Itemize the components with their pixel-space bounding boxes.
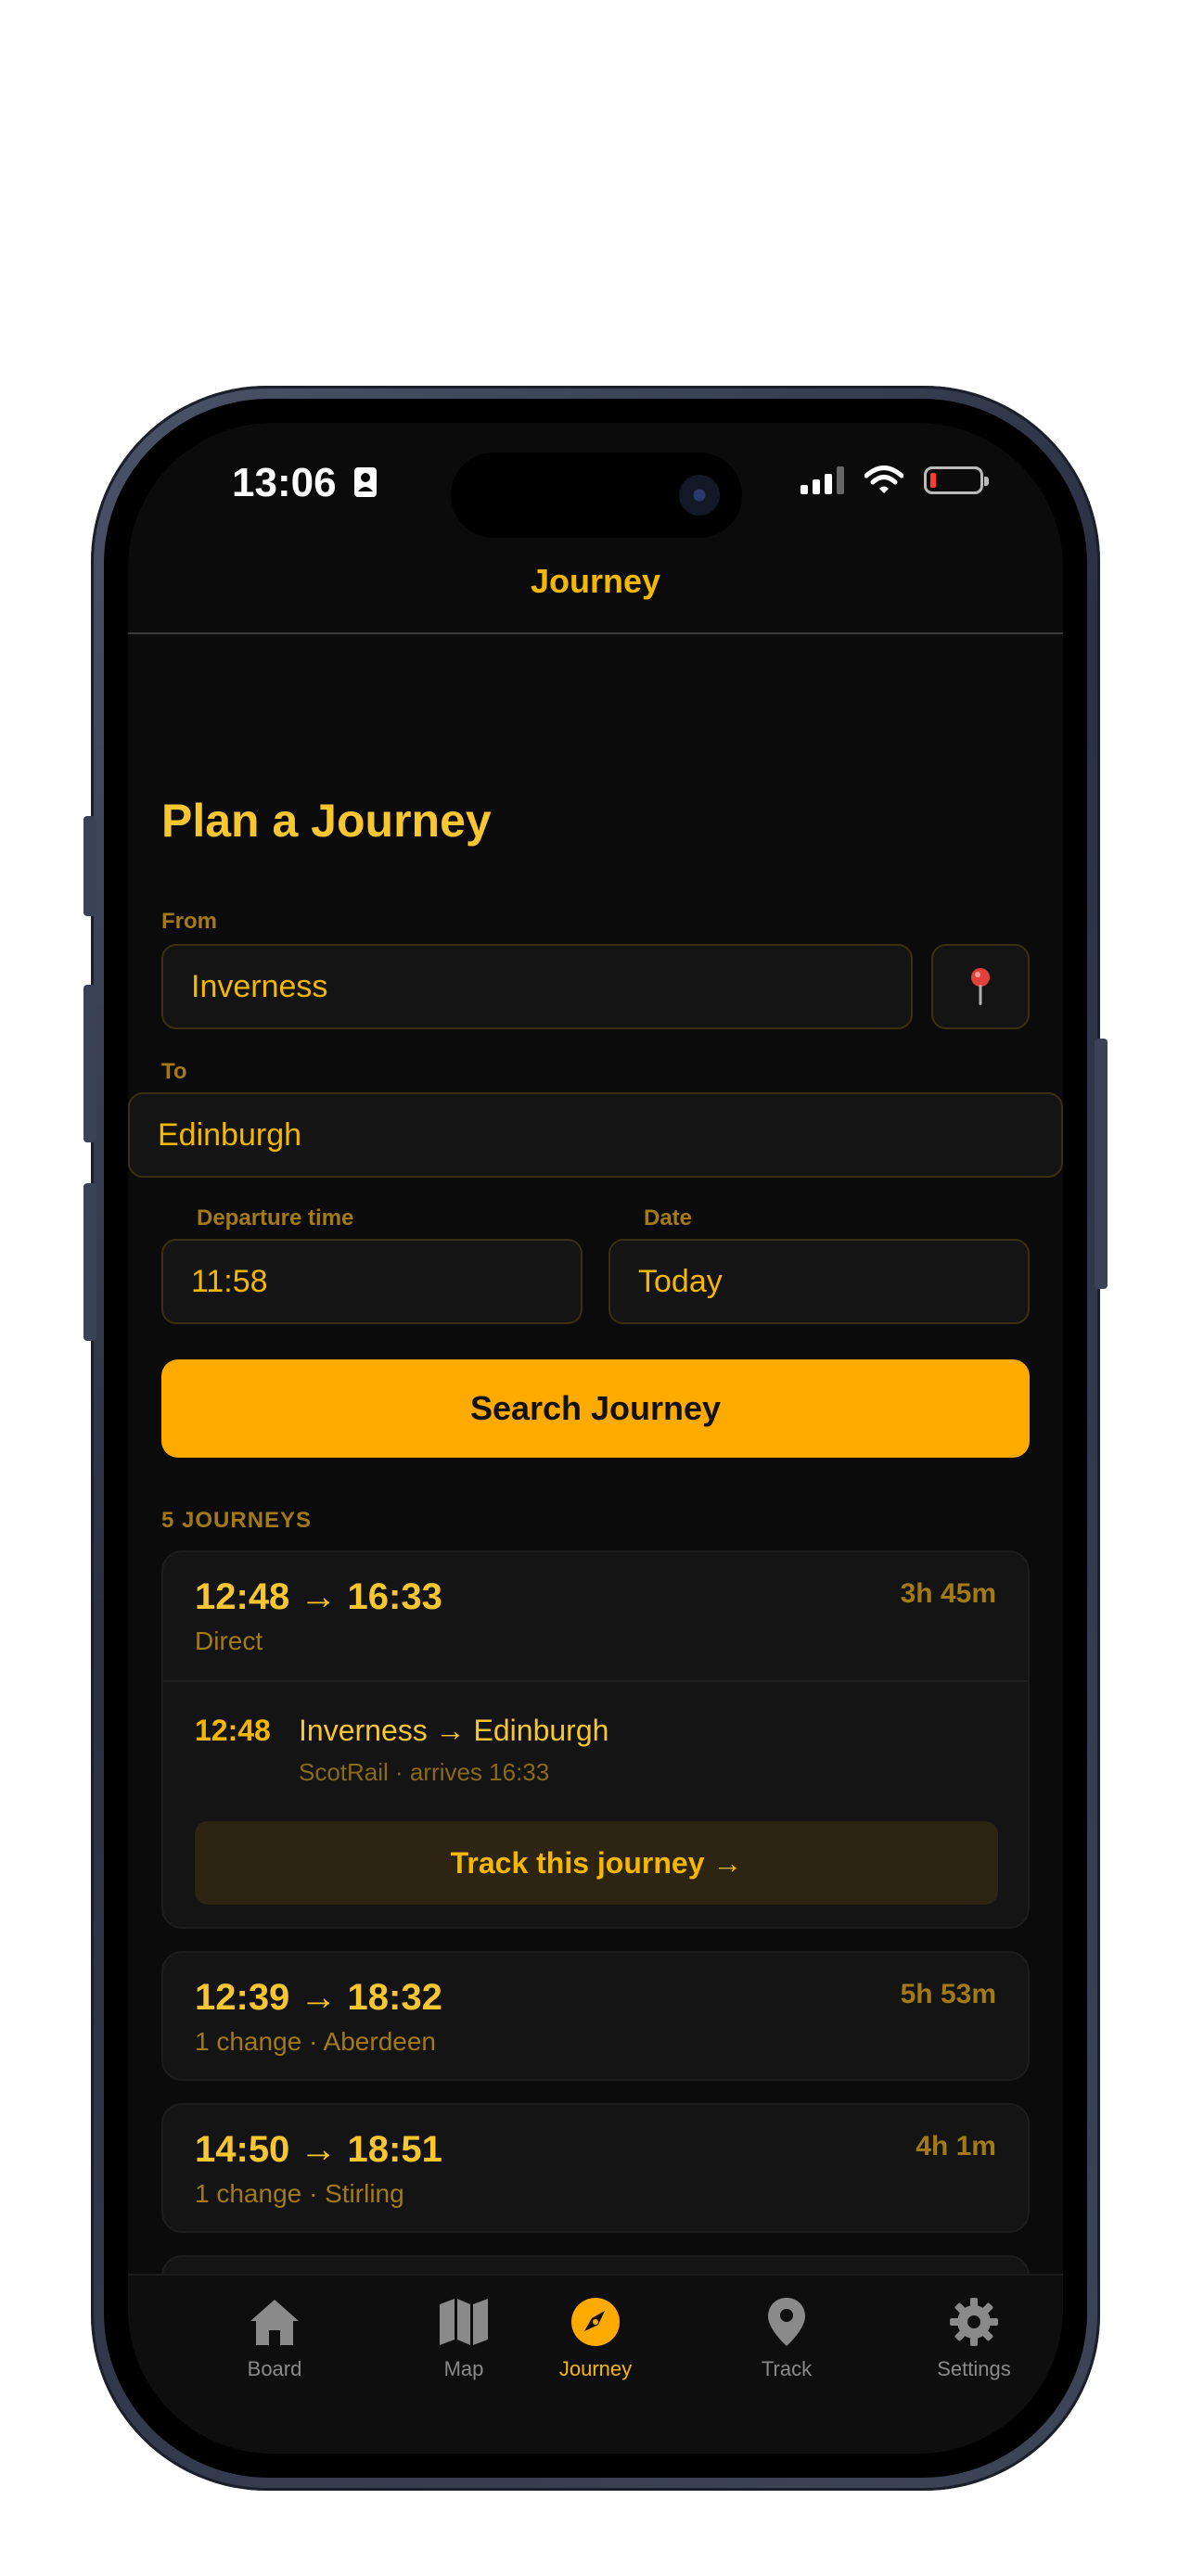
map-icon xyxy=(440,2299,488,2345)
nav-title: Journey xyxy=(530,562,661,600)
volume-down-button xyxy=(83,1183,96,1341)
home-icon xyxy=(250,2300,299,2345)
leg-departure-time: 12:48 xyxy=(195,1714,271,1747)
battery-icon xyxy=(924,466,989,494)
leg-route: Inverness → Edinburgh xyxy=(299,1714,609,1747)
contact-card-icon xyxy=(353,467,377,497)
tab-map[interactable]: Map xyxy=(390,2292,538,2381)
compass-icon xyxy=(571,2298,620,2346)
map-pin-icon xyxy=(971,968,990,1005)
departure-time-label: Departure time xyxy=(197,1205,354,1231)
to-value: Edinburgh xyxy=(158,1116,302,1153)
status-icons xyxy=(800,465,989,495)
departure-time-field[interactable]: 11:58 xyxy=(161,1239,583,1324)
current-location-button[interactable] xyxy=(931,944,1030,1029)
page-title: Plan a Journey xyxy=(161,795,492,847)
wifi-icon xyxy=(864,465,903,493)
results-count: 5 JOURNEYS xyxy=(161,1508,313,1533)
journey-card[interactable]: 12:48 → 16:33 Direct 3h 45m 12:48 Invern… xyxy=(161,1550,1030,1929)
tab-label: Settings xyxy=(937,2357,1011,2380)
date-label: Date xyxy=(644,1205,693,1231)
tab-label: Map xyxy=(443,2357,484,2380)
from-label: From xyxy=(161,909,217,934)
journey-summary: Direct xyxy=(195,1626,263,1655)
tab-bar: Board Map Journey Track Settings xyxy=(128,2274,1063,2454)
journey-times: 12:48 → 16:33 xyxy=(195,1576,442,1617)
gear-icon xyxy=(950,2298,998,2346)
journey-card[interactable]: 12:39 → 18:32 1 change · Aberdeen 5h 53m xyxy=(161,1951,1030,2081)
action-button xyxy=(83,816,96,916)
journey-summary: 1 change · Aberdeen xyxy=(195,2027,436,2056)
cellular-signal-icon xyxy=(800,466,844,494)
status-time: 13:06 xyxy=(232,460,378,506)
camera-icon xyxy=(679,475,720,516)
tab-label: Journey xyxy=(558,2357,633,2380)
from-value: Inverness xyxy=(191,968,328,1004)
nav-divider xyxy=(128,632,1063,634)
power-button xyxy=(1095,1039,1108,1289)
journey-summary: 1 change · Stirling xyxy=(195,2179,404,2208)
journey-duration: 3h 45m xyxy=(900,1578,996,1609)
journey-duration: 5h 53m xyxy=(900,1979,996,2009)
volume-up-button xyxy=(83,985,96,1142)
tab-journey[interactable]: Journey xyxy=(521,2292,670,2381)
journey-times: 14:50 → 18:51 xyxy=(195,2129,442,2170)
journey-card[interactable]: 14:50 → 18:51 1 change · Stirling 4h 1m xyxy=(161,2103,1030,2233)
from-field[interactable]: Inverness xyxy=(161,944,913,1029)
tab-settings[interactable]: Settings xyxy=(900,2292,1048,2381)
search-journey-button[interactable]: Search Journey xyxy=(161,1359,1030,1458)
tab-track[interactable]: Track xyxy=(712,2292,861,2381)
departure-time-value: 11:58 xyxy=(191,1263,268,1299)
journey-times: 12:39 → 18:32 xyxy=(195,1977,442,2018)
dynamic-island xyxy=(451,453,742,538)
card-divider xyxy=(163,1680,1028,1682)
tab-label: Track xyxy=(761,2357,813,2380)
journey-duration: 4h 1m xyxy=(916,2131,996,2162)
leg-operator: ScotRail · arrives 16:33 xyxy=(299,1758,550,1786)
location-pin-icon xyxy=(768,2298,805,2346)
date-field[interactable]: Today xyxy=(608,1239,1030,1324)
to-label: To xyxy=(161,1059,187,1084)
track-journey-button[interactable]: Track this journey → xyxy=(195,1821,998,1905)
tab-label: Board xyxy=(247,2357,302,2380)
screen: 13:06 Journey Plan a Journey From Invern… xyxy=(128,423,1063,2454)
tab-board[interactable]: Board xyxy=(200,2292,349,2381)
to-field[interactable]: Edinburgh xyxy=(128,1092,1063,1178)
date-value: Today xyxy=(638,1263,723,1299)
